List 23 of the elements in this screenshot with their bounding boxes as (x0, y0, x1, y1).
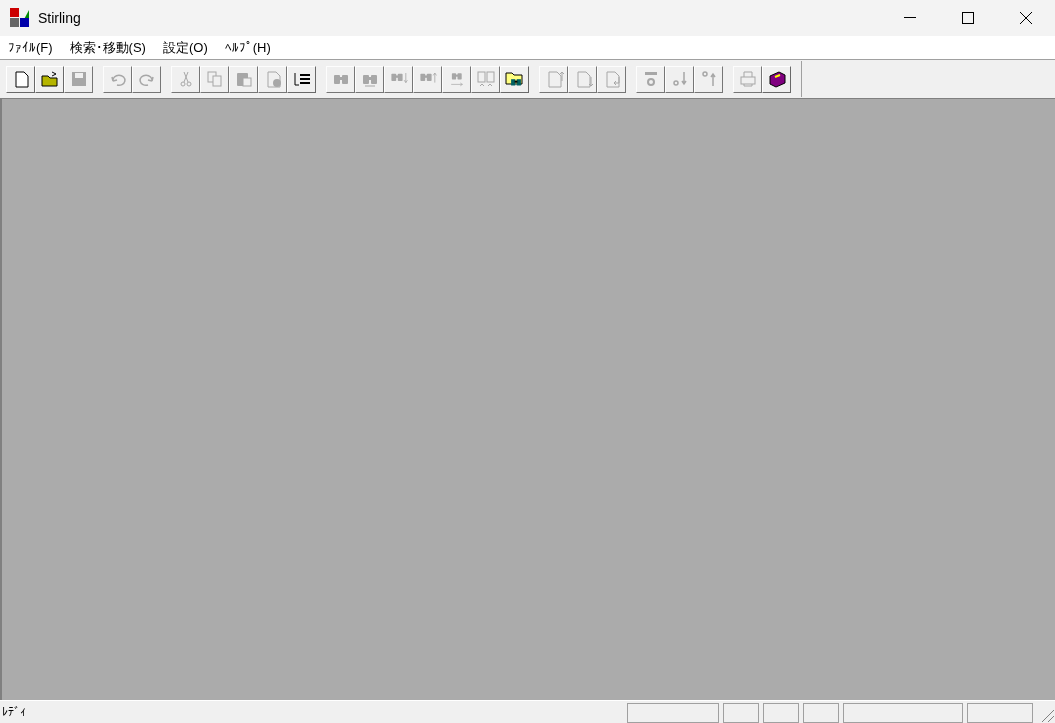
app-icon (10, 8, 30, 28)
close-icon (1020, 12, 1032, 24)
status-panel (723, 703, 759, 723)
toolbar-button[interactable] (287, 65, 316, 93)
toolbar-button[interactable] (762, 65, 791, 93)
printer-icon (737, 69, 758, 89)
menu-item[interactable]: ﾍﾙﾌﾟ(H) (218, 37, 277, 58)
menu-item[interactable]: 設定(O) (156, 37, 214, 58)
toolbar-button[interactable] (35, 65, 64, 93)
copy-icon (204, 69, 225, 89)
window-title: Stirling (38, 8, 81, 28)
menu-item[interactable]: 検索･移動(S) (63, 37, 152, 58)
folder-binoculars-icon (504, 69, 525, 89)
status-panel (763, 703, 799, 723)
status-message: ﾚﾃﾞｨ (1, 704, 26, 721)
two-pages-icon (475, 69, 496, 89)
menu-item[interactable]: ﾌｧｲﾙ(F) (2, 37, 59, 58)
toolbar-button[interactable] (500, 65, 529, 93)
status-panel (803, 703, 839, 723)
minimize-icon (904, 17, 916, 19)
status-panel (967, 703, 1033, 723)
folder-icon (39, 69, 60, 89)
maximize-icon (962, 12, 974, 24)
